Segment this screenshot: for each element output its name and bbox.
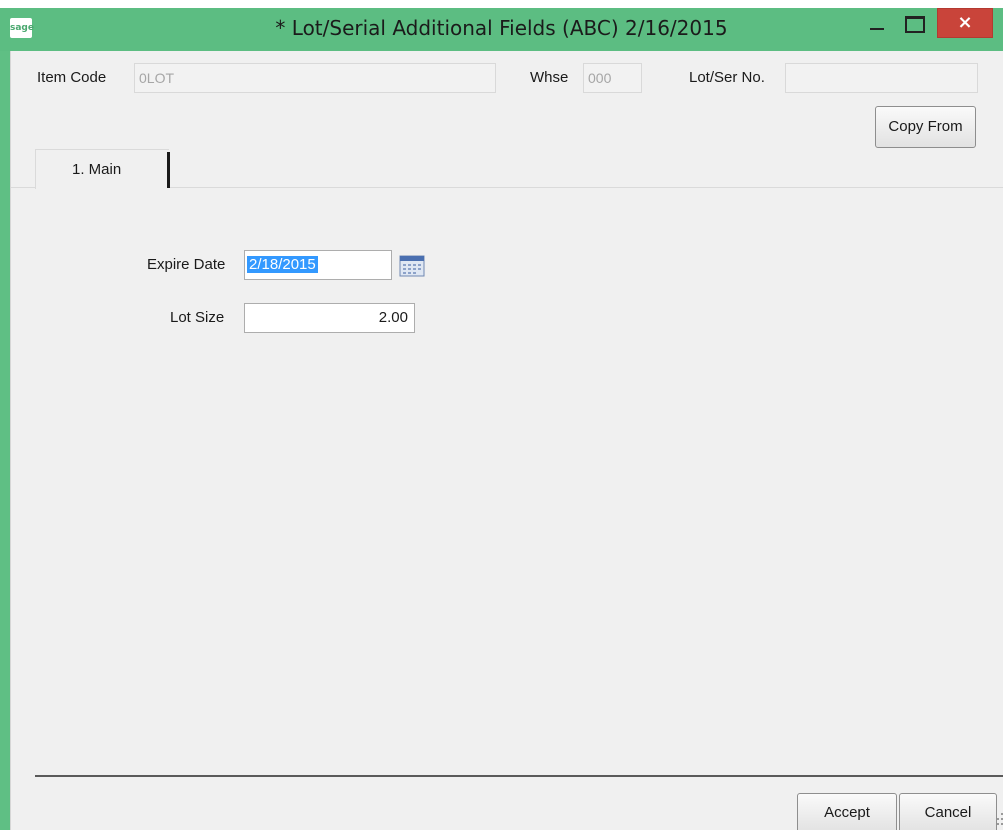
maximize-button[interactable] <box>896 8 930 40</box>
whse-field: 000 <box>583 63 642 93</box>
tab-edge <box>167 152 170 188</box>
tab-main-label: 1. Main <box>72 161 122 178</box>
window-title: * Lot/Serial Additional Fields (ABC) 2/1… <box>275 16 728 40</box>
expire-date-selected-text: 2/18/2015 <box>247 256 318 273</box>
tab-main[interactable]: 1. Main <box>35 149 169 189</box>
dialog-window: sage * Lot/Serial Additional Fields (ABC… <box>0 8 1003 830</box>
title-bar[interactable]: sage * Lot/Serial Additional Fields (ABC… <box>0 8 1003 51</box>
minimize-button[interactable] <box>860 8 894 40</box>
calendar-icon[interactable] <box>399 255 425 277</box>
expire-date-label: Expire Date <box>147 256 226 273</box>
resize-grip-icon[interactable] <box>994 811 1003 827</box>
item-code-field: 0LOT <box>134 63 496 93</box>
panel-bottom-border <box>35 775 1003 777</box>
lot-ser-no-field <box>785 63 978 93</box>
clipped-background-text <box>0 0 1003 8</box>
lot-size-input[interactable]: 2.00 <box>244 303 415 333</box>
copy-from-button[interactable]: Copy From <box>875 106 976 148</box>
item-code-label: Item Code <box>37 69 107 86</box>
dialog-client-area: Item Code 0LOT Whse 000 Lot/Ser No. Copy… <box>10 51 1003 830</box>
expire-date-input[interactable]: 2/18/2015 <box>244 250 392 280</box>
whse-label: Whse <box>530 69 569 86</box>
lot-ser-no-label: Lot/Ser No. <box>689 69 765 86</box>
lot-size-label: Lot Size <box>170 309 225 326</box>
close-button[interactable]: × <box>937 8 993 38</box>
accept-button[interactable]: Accept <box>797 793 897 830</box>
cancel-button[interactable]: Cancel <box>899 793 997 830</box>
